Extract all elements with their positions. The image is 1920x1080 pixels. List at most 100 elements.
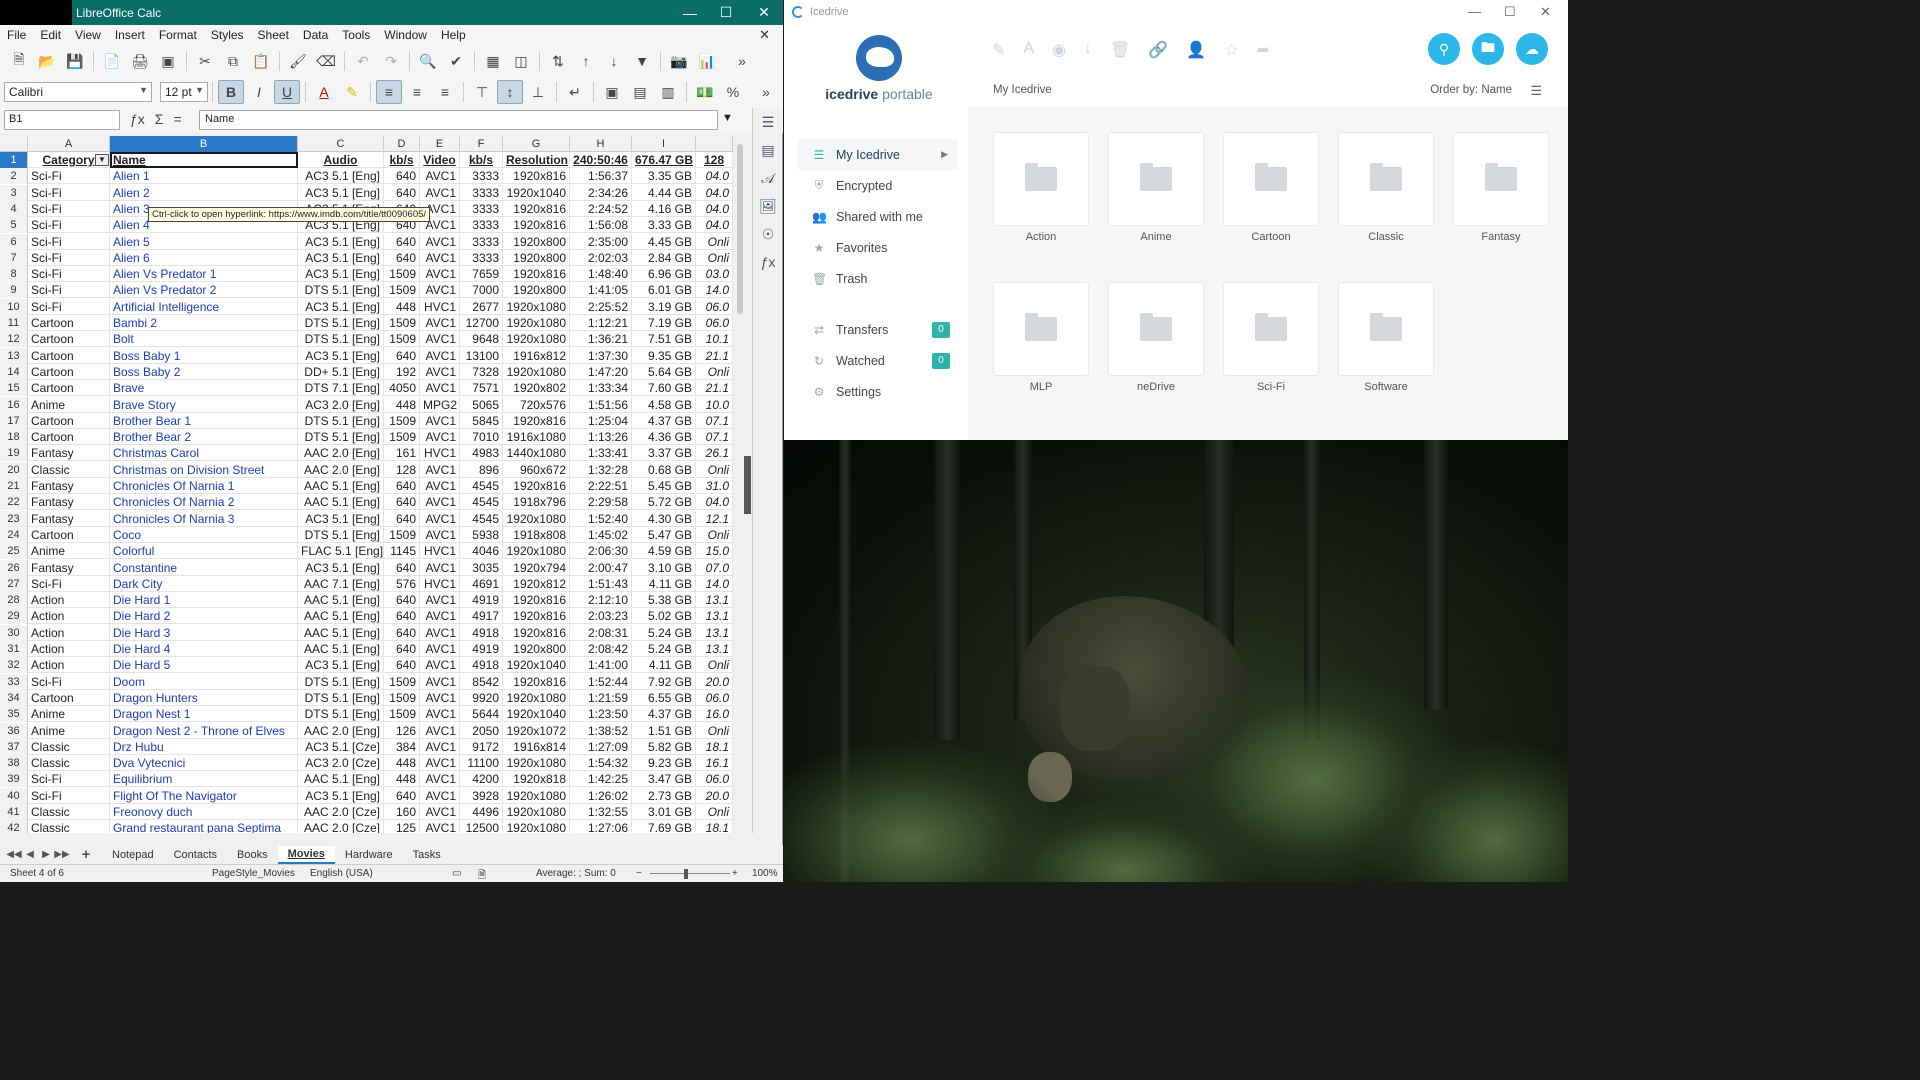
align-bottom-icon[interactable]: ⊥ [525,80,551,104]
folder-card[interactable] [1453,132,1549,226]
table-cell[interactable]: 20.0 [696,673,733,690]
column-header[interactable]: B [110,136,298,152]
table-cell[interactable]: AC3 5.1 [Eng] [298,168,384,185]
table-cell[interactable]: Classic [28,804,110,820]
gallery-icon[interactable]: 🖼 [753,192,783,220]
table-cell[interactable]: 1:56:08 [570,217,632,234]
table-cell[interactable]: 5.72 GB [632,494,696,511]
align-middle-icon[interactable]: ↕ [497,80,523,104]
insert-chart-icon[interactable]: 📊 [694,49,720,73]
table-cell[interactable]: AVC1 [420,657,460,674]
table-cell[interactable]: 20.0 [696,787,733,804]
table-cell[interactable]: 2:06:30 [570,543,632,560]
table-cell[interactable]: Action [28,608,110,625]
merge-center-icon[interactable]: ▤ [627,80,653,104]
table-cell[interactable]: 640 [384,249,420,266]
folder-card[interactable] [993,132,1089,226]
table-cell[interactable]: 12.1 [696,510,733,527]
table-cell[interactable]: 1916x1080 [503,429,570,446]
table-cell[interactable]: AVC1 [420,689,460,706]
row-number[interactable]: 13 [0,347,28,364]
row-number[interactable]: 16 [0,396,28,413]
undo-icon[interactable]: ↶ [350,49,376,73]
table-cell[interactable]: Sci-Fi [28,200,110,217]
row-number[interactable]: 1 [0,152,28,168]
table-cell[interactable]: 7000 [460,282,503,299]
table-cell[interactable]: 1:48:40 [570,266,632,283]
table-cell[interactable]: DTS 5.1 [Eng] [298,282,384,299]
table-cell[interactable]: 640 [384,592,420,609]
table-cell[interactable]: 3.47 GB [632,771,696,788]
folder-label[interactable]: Fantasy [1453,231,1549,243]
table-cell[interactable]: 14.0 [696,575,733,592]
table-cell[interactable]: 640 [384,233,420,250]
nav-settings[interactable]: ⚙ Settings [798,376,958,407]
menu-tools[interactable]: Tools [335,28,377,42]
sidebar-menu-icon[interactable]: ☰ [753,108,783,136]
properties-icon[interactable]: ▤ [753,136,783,164]
table-cell[interactable]: 3928 [460,787,503,804]
hyperlink-cell[interactable]: Constantine [110,559,298,576]
hyperlink-cell[interactable]: Freonovy duch [110,804,298,820]
table-cell[interactable]: HVC1 [420,575,460,592]
table-cell[interactable]: AAC 5.1 [Eng] [298,771,384,788]
table-cell[interactable]: 11100 [460,755,503,772]
table-cell[interactable]: 1920x1080 [503,363,570,380]
table-cell[interactable]: 1920x1080 [503,298,570,315]
table-cell[interactable]: 1920x816 [503,217,570,234]
table-cell[interactable]: AC3 5.1 [Eng] [298,559,384,576]
hyperlink-cell[interactable]: Dark City [110,575,298,592]
hyperlink-cell[interactable]: Colorful [110,543,298,560]
print-preview-icon[interactable]: ▣ [155,49,181,73]
row-number[interactable]: 15 [0,380,28,397]
table-cell[interactable]: 4050 [384,380,420,397]
table-cell[interactable]: DTS 5.1 [Eng] [298,429,384,446]
table-cell[interactable]: 1:54:32 [570,755,632,772]
redo-icon[interactable]: ↷ [378,49,404,73]
table-cell[interactable]: 1920x816 [503,168,570,185]
column-header[interactable]: E [420,136,460,152]
table-cell[interactable]: 1:13:26 [570,429,632,446]
minimize-button[interactable]: — [672,0,708,25]
table-cell[interactable]: 16.0 [696,706,733,723]
table-cell[interactable]: 640 [384,168,420,185]
hyperlink-cell[interactable]: Die Hard 1 [110,592,298,609]
menu-window[interactable]: Window [377,28,434,42]
table-cell[interactable]: 9920 [460,689,503,706]
table-cell[interactable]: 5938 [460,526,503,543]
header-cell[interactable]: 240:50:46 [570,152,632,168]
minimize-button[interactable]: — [1468,4,1481,19]
hyperlink-cell[interactable]: Alien 6 [110,249,298,266]
function-wizard-icon[interactable]: ƒx [130,111,145,127]
table-cell[interactable]: DTS 5.1 [Eng] [298,526,384,543]
table-cell[interactable]: AVC1 [420,184,460,201]
table-cell[interactable]: Sci-Fi [28,771,110,788]
row-number[interactable]: 14 [0,363,28,380]
hyperlink-cell[interactable]: Coco [110,526,298,543]
table-cell[interactable]: 640 [384,347,420,364]
zoom-level[interactable]: 100% [752,868,778,879]
star-icon[interactable]: ☆ [1224,40,1238,60]
folder-label[interactable]: Sci-Fi [1223,381,1319,393]
row-number[interactable]: 11 [0,315,28,331]
table-cell[interactable]: 1920x1080 [503,543,570,560]
row-number[interactable]: 23 [0,510,28,527]
zoom-slider[interactable] [650,873,730,874]
functions-icon[interactable]: ƒx [753,248,783,276]
table-cell[interactable]: DTS 7.1 [Eng] [298,380,384,397]
table-cell[interactable]: 1509 [384,315,420,331]
table-cell[interactable]: AC3 5.1 [Eng] [298,249,384,266]
table-cell[interactable]: 1:52:44 [570,673,632,690]
table-cell[interactable]: Anime [28,706,110,723]
equals-icon[interactable]: = [173,111,181,127]
table-cell[interactable]: 1916x814 [503,738,570,755]
open-folder-icon[interactable]: 📂 [34,49,60,73]
table-cell[interactable]: 960x672 [503,461,570,478]
table-cell[interactable]: 13100 [460,347,503,364]
menu-data[interactable]: Data [296,28,335,42]
table-cell[interactable]: HVC1 [420,445,460,462]
tab-tasks[interactable]: Tasks [403,847,451,863]
table-cell[interactable]: 1920x816 [503,608,570,625]
table-cell[interactable]: 7.19 GB [632,315,696,331]
table-cell[interactable]: 2:02:03 [570,249,632,266]
